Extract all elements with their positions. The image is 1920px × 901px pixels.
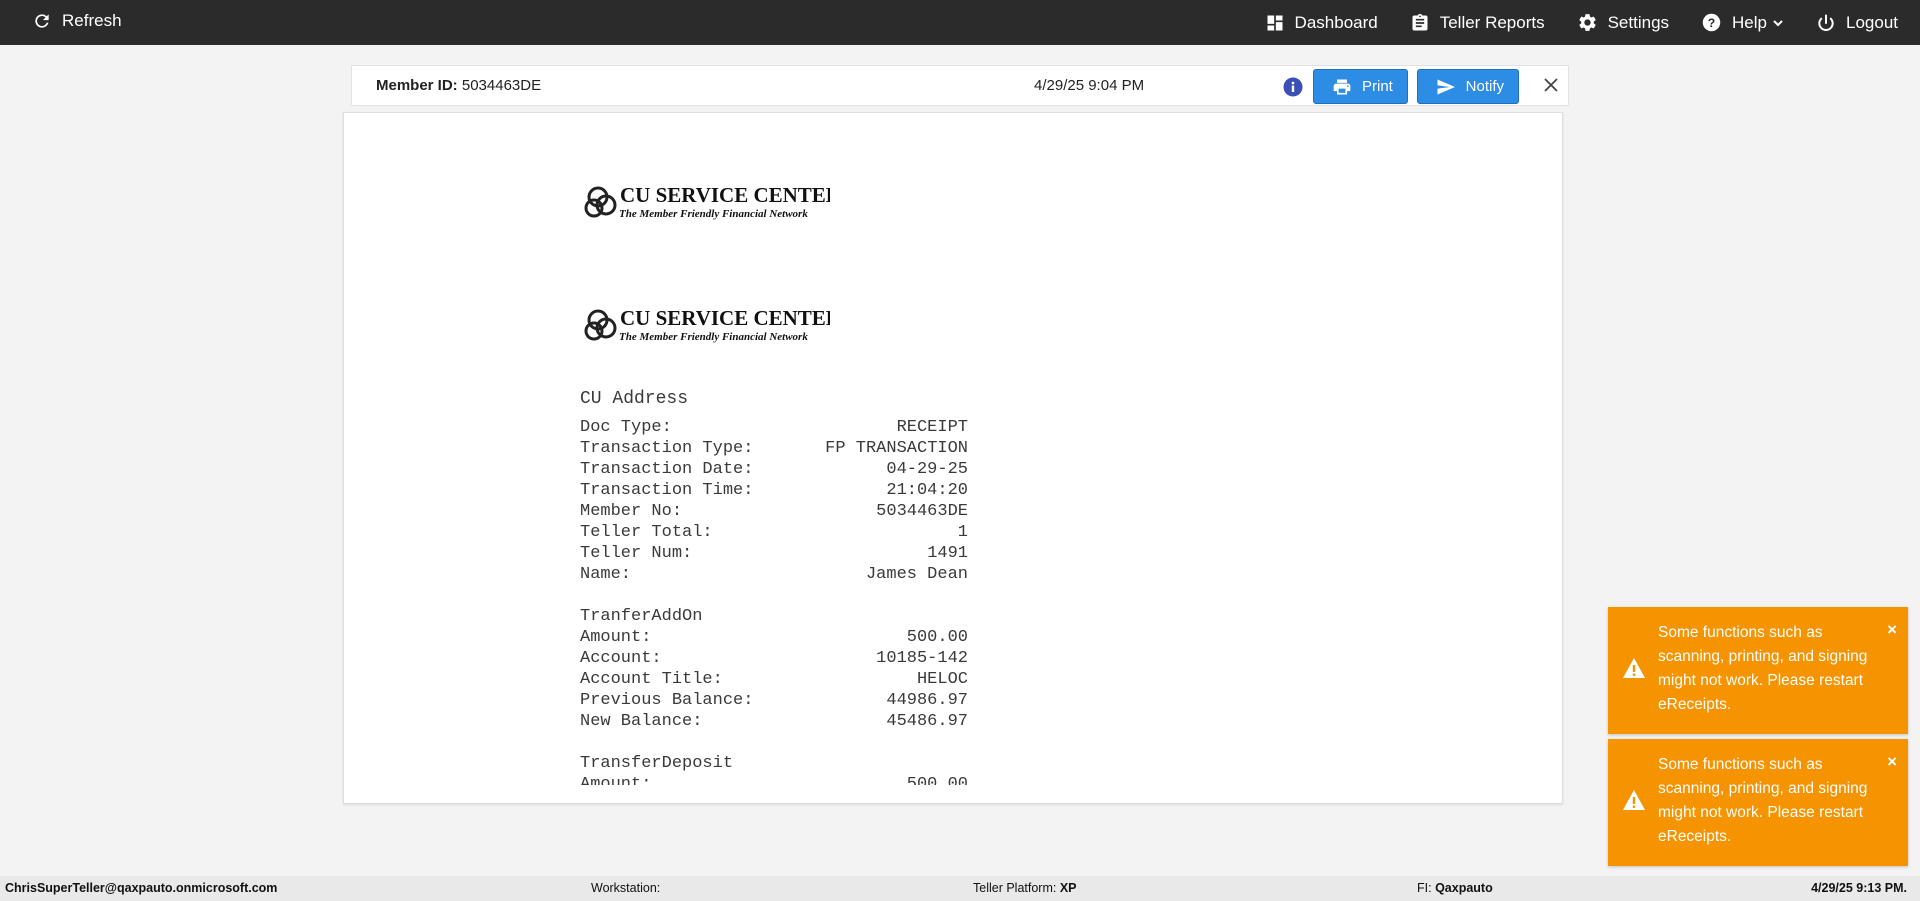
- warning-icon: [1623, 790, 1645, 810]
- receipt-row: Doc Type: RECEIPT: [580, 418, 968, 437]
- settings-label: Settings: [1607, 12, 1670, 32]
- section-title: TranferAddOn: [580, 607, 703, 626]
- status-footer: ChrisSuperTeller@qaxpauto.onmicrosoft.co…: [0, 876, 1920, 901]
- svg-text:?: ?: [1708, 16, 1715, 30]
- receipt-row: Name: James Dean: [580, 565, 968, 584]
- warning-icon: [1623, 658, 1645, 678]
- notify-button[interactable]: Notify: [1417, 69, 1519, 104]
- toast-message: Some functions such as scanning, printin…: [1658, 624, 1868, 713]
- print-label: Print: [1362, 78, 1393, 95]
- receipt-text: CU Address Doc Type: RECEIPT Transaction …: [580, 389, 968, 785]
- settings-button[interactable]: Settings: [1577, 12, 1669, 33]
- gear-icon: [1578, 14, 1596, 31]
- member-id: Member ID: 5034463DE: [376, 77, 541, 94]
- logo-title: CU SERVICE CENTERS: [620, 183, 830, 207]
- footer-datetime: 4/29/25 9:13 PM.: [1811, 881, 1907, 895]
- send-icon: [1437, 79, 1455, 94]
- receipt-row: Transaction Date: 04-29-25: [580, 460, 968, 479]
- dashboard-icon: [1267, 15, 1283, 30]
- teller-reports-button[interactable]: Teller Reports: [1410, 12, 1545, 34]
- print-button[interactable]: Print: [1313, 69, 1408, 104]
- cu-service-centers-logo: CU SERVICE CENTERS The Member Friendly F…: [584, 306, 830, 343]
- receipt-row: Teller Total: 1: [580, 523, 968, 542]
- logo-tagline: The Member Friendly Financial Network: [619, 331, 808, 343]
- receipt-row: Transaction Type: FP TRANSACTION: [580, 439, 968, 458]
- receipt-row: Member No: 5034463DE: [580, 502, 968, 521]
- receipt-document: CU SERVICE CENTERS The Member Friendly F…: [580, 113, 1450, 785]
- member-id-value: 5034463DE: [461, 77, 542, 94]
- receipt-date: 4/29/25 9:04 PM: [1034, 77, 1145, 94]
- footer-workstation: Workstation:: [591, 881, 661, 895]
- receipt-row: New Balance: 45486.97: [580, 712, 968, 731]
- toast-message: Some functions such as scanning, printin…: [1658, 756, 1868, 845]
- footer-fi: FI: Qaxpauto: [1417, 881, 1493, 895]
- receipt-viewer[interactable]: CU SERVICE CENTERS The Member Friendly F…: [343, 112, 1563, 804]
- receipt-row: Previous Balance: 44986.97: [580, 691, 968, 710]
- cu-service-centers-logo: CU SERVICE CENTERS The Member Friendly F…: [584, 183, 830, 220]
- receipt-header-bar: Member ID: 5034463DE 4/29/25 9:04 PM Pri…: [351, 65, 1569, 106]
- top-navigation-bar: Refresh Dashboard Teller Reports Setting…: [0, 0, 1920, 45]
- close-icon[interactable]: [1542, 76, 1560, 94]
- cu-address: CU Address: [580, 389, 689, 409]
- logout-button[interactable]: Logout: [1816, 13, 1898, 33]
- refresh-label: Refresh: [62, 11, 122, 30]
- footer-user: ChrisSuperTeller@qaxpauto.onmicrosoft.co…: [5, 881, 278, 895]
- logo-title: CU SERVICE CENTERS: [620, 306, 830, 330]
- toast-close-button[interactable]: ×: [1887, 621, 1897, 638]
- receipt-row: Teller Num: 1491: [580, 544, 968, 563]
- warning-toast: Some functions such as scanning, printin…: [1608, 607, 1908, 734]
- receipt-row: Amount: 500.00: [580, 628, 968, 647]
- notify-label: Notify: [1465, 78, 1504, 95]
- help-button[interactable]: ? Help: [1701, 12, 1784, 33]
- chevron-down-icon: [1773, 19, 1783, 26]
- dashboard-label: Dashboard: [1294, 12, 1378, 32]
- receipt-row: Transaction Time: 21:04:20: [580, 481, 968, 500]
- warning-toast: Some functions such as scanning, printin…: [1608, 739, 1908, 866]
- receipt-spacer: [580, 585, 968, 606]
- section-title: TransferDeposit: [580, 754, 734, 773]
- footer-teller-platform: Teller Platform: XP: [973, 881, 1077, 895]
- help-label: Help: [1732, 12, 1767, 32]
- dashboard-button[interactable]: Dashboard: [1265, 13, 1378, 33]
- clipboard-icon: [1412, 13, 1428, 31]
- logout-label: Logout: [1846, 12, 1898, 32]
- receipt-spacer: [580, 732, 968, 753]
- toast-close-button[interactable]: ×: [1887, 753, 1897, 770]
- receipt-row: Account Title: HELOC: [580, 670, 968, 689]
- printer-icon: [1333, 79, 1351, 94]
- power-icon: [1818, 14, 1834, 31]
- receipt-row: Account: 10185-142: [580, 649, 968, 668]
- member-id-label: Member ID:: [376, 77, 458, 94]
- refresh-icon: [35, 14, 49, 28]
- teller-reports-label: Teller Reports: [1439, 12, 1545, 32]
- refresh-button[interactable]: Refresh: [32, 11, 122, 31]
- receipt-row: Amount: 500.00: [580, 775, 968, 785]
- logo-tagline: The Member Friendly Financial Network: [619, 208, 808, 220]
- help-circle-icon: ?: [1702, 13, 1721, 32]
- info-icon[interactable]: [1283, 77, 1303, 97]
